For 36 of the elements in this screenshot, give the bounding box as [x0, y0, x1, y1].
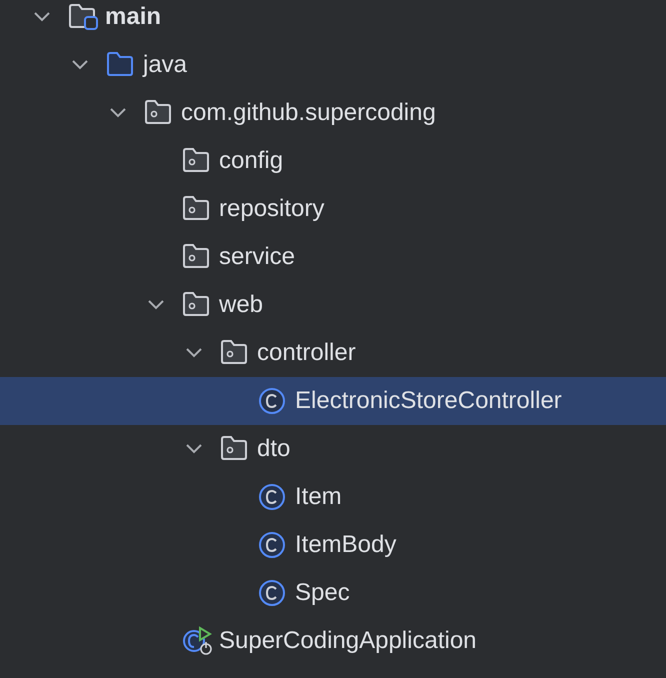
tree-item[interactable]: dto	[0, 425, 666, 473]
tree-item-label: repository	[219, 197, 324, 221]
tree-item[interactable]: java	[0, 41, 666, 89]
tree-item-label: com.github.supercoding	[181, 101, 436, 125]
tree-item[interactable]: service	[0, 233, 666, 281]
run-class-icon	[182, 626, 214, 656]
chevron-down-icon[interactable]	[185, 443, 203, 455]
chevron-down-icon[interactable]	[109, 107, 127, 119]
tree-item-label: main	[105, 5, 162, 29]
tree-item[interactable]: controller	[0, 329, 666, 377]
tree-item-label: ItemBody	[295, 533, 396, 557]
tree-item-label: web	[219, 293, 264, 317]
chevron-down-icon[interactable]	[147, 299, 165, 311]
tree-item-label: SuperCodingApplication	[219, 629, 477, 653]
tree-item-label: config	[219, 149, 284, 173]
tree-item[interactable]: com.github.supercoding	[0, 89, 666, 137]
tree-item[interactable]: repository	[0, 185, 666, 233]
chevron-down-icon[interactable]	[185, 347, 203, 359]
tree-item[interactable]: Item	[0, 473, 666, 521]
tree-item[interactable]: config	[0, 137, 666, 185]
source-folder-icon	[68, 3, 100, 31]
chevron-down-icon[interactable]	[33, 11, 51, 23]
chevron-down-icon[interactable]	[71, 59, 89, 71]
tree-item-label: controller	[257, 341, 356, 365]
tree-item-label: service	[219, 245, 296, 269]
tree-item[interactable]: ItemBody	[0, 521, 666, 569]
tree-item-label: Spec	[295, 581, 350, 605]
tree-item[interactable]: web	[0, 281, 666, 329]
tree-item-label: ElectronicStoreController	[295, 389, 562, 413]
tree-item-label: Item	[295, 485, 342, 509]
tree-item[interactable]: main	[0, 0, 666, 41]
tree-item-label: dto	[257, 437, 290, 461]
tree-item[interactable]: ElectronicStoreController	[0, 377, 666, 425]
tree-item-label: java	[143, 53, 188, 77]
tree-item[interactable]: Spec	[0, 569, 666, 617]
tree-item[interactable]: SuperCodingApplication	[0, 617, 666, 665]
